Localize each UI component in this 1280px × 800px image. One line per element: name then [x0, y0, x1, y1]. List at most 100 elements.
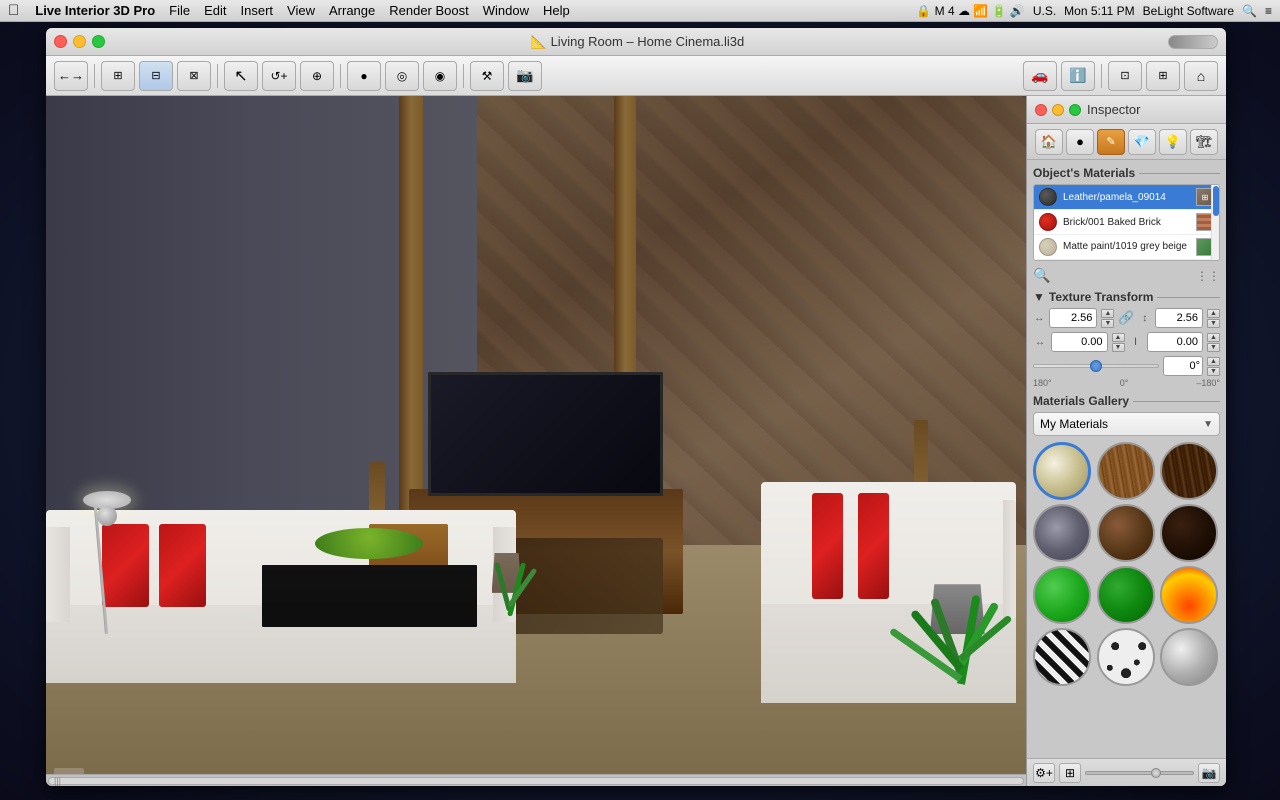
sun-light-btn[interactable]: ◉	[423, 61, 457, 91]
gallery-item-darkbrown[interactable]	[1160, 504, 1218, 562]
render-btn[interactable]: 🚗	[1023, 61, 1057, 91]
inspector-window-controls	[1035, 104, 1081, 116]
offset-h-label: ↔	[1033, 337, 1047, 348]
gallery-item-metal[interactable]	[1160, 628, 1218, 686]
material-item-2[interactable]: Brick/001 Baked Brick	[1034, 210, 1219, 235]
footer-grid-btn[interactable]: ⊞	[1059, 763, 1081, 783]
scale-y-up[interactable]: ▲	[1207, 309, 1220, 318]
gallery-item-green[interactable]	[1033, 566, 1091, 624]
offset-y-up[interactable]: ▲	[1207, 333, 1220, 342]
filter-icon[interactable]: 🔍	[1033, 267, 1050, 284]
gallery-item-zebra[interactable]	[1033, 628, 1091, 686]
app-name[interactable]: Live Interior 3D Pro	[35, 3, 155, 18]
angle-down[interactable]: ▼	[1207, 367, 1220, 376]
scene-coffee-table	[262, 565, 478, 627]
spot-light-btn[interactable]: ◎	[385, 61, 419, 91]
info-btn[interactable]: ℹ️	[1061, 61, 1095, 91]
gallery-item-fire[interactable]	[1160, 566, 1218, 624]
objects-materials-label: Object's Materials	[1033, 166, 1135, 180]
inspector-content[interactable]: Object's Materials Leather/pamela_09014 …	[1027, 160, 1226, 758]
materials-gallery-section: Materials Gallery My Materials ▼	[1033, 394, 1220, 686]
scale-y-stepper[interactable]: ▲ ▼	[1207, 309, 1220, 328]
offset-x-up[interactable]: ▲	[1112, 333, 1125, 342]
offset-x-stepper[interactable]: ▲ ▼	[1112, 333, 1125, 352]
inspector-tool-gem[interactable]: 💎	[1128, 129, 1156, 155]
gallery-item-darkgreen[interactable]	[1097, 566, 1155, 624]
scale-v-label: ↕	[1139, 313, 1151, 324]
view2d-btn[interactable]: ⊡	[1108, 61, 1142, 91]
minimize-button[interactable]	[73, 35, 86, 48]
move-tool[interactable]: ⊕	[300, 61, 334, 91]
inspector-tool-material[interactable]: ✎	[1097, 129, 1125, 155]
offset-y-input[interactable]	[1147, 332, 1204, 352]
inspector-maximize[interactable]	[1069, 104, 1081, 116]
select-tool[interactable]: ↖	[224, 61, 258, 91]
angle-stepper[interactable]: ▲ ▼	[1207, 357, 1220, 376]
viewport[interactable]: |||	[46, 96, 1026, 786]
inspector-tool-object[interactable]: ●	[1066, 129, 1094, 155]
menu-help[interactable]: Help	[543, 3, 570, 18]
material-name-3: Matte paint/1019 grey beige	[1063, 241, 1190, 253]
maximize-button[interactable]	[92, 35, 105, 48]
back-forward-btn[interactable]: ←→	[54, 61, 88, 91]
viewhouse-btn[interactable]: ⌂	[1184, 61, 1218, 91]
offset-x-input[interactable]	[1051, 332, 1108, 352]
viewhome-btn[interactable]: ⊞	[1146, 61, 1180, 91]
angle-up[interactable]: ▲	[1207, 357, 1220, 366]
inspector-tool-light[interactable]: 💡	[1159, 129, 1187, 155]
angle-input[interactable]	[1163, 356, 1203, 376]
section-triangle-tx: ▼	[1033, 290, 1045, 304]
orbit-tool[interactable]: ↺+	[262, 61, 296, 91]
angle-mid-label: 0°	[1120, 378, 1129, 388]
scene	[46, 96, 1026, 786]
scale-x-stepper[interactable]: ▲ ▼	[1101, 309, 1114, 328]
point-light-btn[interactable]: ●	[347, 61, 381, 91]
menu-insert[interactable]: Insert	[241, 3, 274, 18]
scale-y-input[interactable]	[1155, 308, 1203, 328]
menu-view[interactable]: View	[287, 3, 315, 18]
scale-x-input[interactable]	[1049, 308, 1097, 328]
menu-window[interactable]: Window	[483, 3, 529, 18]
footer-photo-btn[interactable]: 📷	[1198, 763, 1220, 783]
gallery-item-spots[interactable]	[1097, 628, 1155, 686]
offset-y-down[interactable]: ▼	[1207, 343, 1220, 352]
menu-arrange[interactable]: Arrange	[329, 3, 375, 18]
inspector-tool-house[interactable]: 🏠	[1035, 129, 1063, 155]
offset-x-down[interactable]: ▼	[1112, 343, 1125, 352]
offset-row: ↔ ▲ ▼ I ▲ ▼	[1033, 332, 1220, 352]
gallery-item-stone[interactable]	[1033, 504, 1091, 562]
close-button[interactable]	[54, 35, 67, 48]
offset-y-stepper[interactable]: ▲ ▼	[1207, 333, 1220, 352]
gallery-item-brown[interactable]	[1097, 504, 1155, 562]
footer-settings-btn[interactable]: ⚙+	[1033, 763, 1055, 783]
inspector-tool-build[interactable]: 🏗	[1190, 129, 1218, 155]
materials-scrollbar[interactable]	[1211, 185, 1219, 260]
scale-x-up[interactable]: ▲	[1101, 309, 1114, 318]
viewport-scrollbar-bottom[interactable]: |||	[46, 774, 1026, 786]
floorplan-btn[interactable]: ⊞	[101, 61, 135, 91]
material-item-1[interactable]: Leather/pamela_09014 ⊞	[1034, 185, 1219, 210]
materials-dropdown[interactable]: My Materials ▼	[1033, 412, 1220, 436]
search-icon[interactable]: 🔍	[1242, 4, 1257, 18]
inspector-minimize[interactable]	[1052, 104, 1064, 116]
menu-icon[interactable]: ≡	[1265, 4, 1272, 18]
materials-filter-row: 🔍 ⋮⋮	[1033, 267, 1220, 284]
apple-menu[interactable]: 	[8, 2, 19, 19]
inspector-close[interactable]	[1035, 104, 1047, 116]
gallery-item-wood[interactable]	[1097, 442, 1155, 500]
menu-render[interactable]: Render Boost	[389, 3, 469, 18]
gallery-item-darkwood[interactable]	[1160, 442, 1218, 500]
screenshot-btn[interactable]: 📷	[508, 61, 542, 91]
dimension-btn[interactable]: ⚒	[470, 61, 504, 91]
filter-menu-icon[interactable]: ⋮⋮	[1196, 269, 1220, 283]
scale-y-down[interactable]: ▼	[1207, 319, 1220, 328]
material-item-3[interactable]: Matte paint/1019 grey beige	[1034, 235, 1219, 260]
gallery-item-cream[interactable]	[1033, 442, 1091, 500]
angle-slider[interactable]	[1033, 359, 1159, 373]
footer-zoom-slider[interactable]	[1085, 768, 1194, 778]
3dview-btn[interactable]: ⊟	[139, 61, 173, 91]
menu-file[interactable]: File	[169, 3, 190, 18]
menu-edit[interactable]: Edit	[204, 3, 226, 18]
camera-btn[interactable]: ⊠	[177, 61, 211, 91]
scale-x-down[interactable]: ▼	[1101, 319, 1114, 328]
